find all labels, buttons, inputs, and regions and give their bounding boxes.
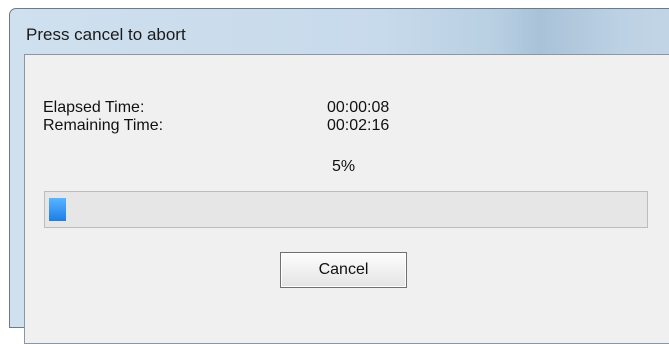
elapsed-time-label: Elapsed Time: — [43, 99, 145, 116]
remaining-time-value: 00:02:16 — [327, 117, 390, 134]
progress-percent-text: 5% — [332, 158, 356, 175]
progress-chunk — [49, 198, 66, 221]
progress-bar-track — [49, 198, 643, 221]
progress-dialog-window: Press cancel to abort Elapsed Time: 00:0… — [9, 8, 669, 344]
dialog-client-area: Elapsed Time: 00:00:08 Remaining Time: 0… — [24, 54, 669, 344]
cancel-button[interactable]: Cancel — [280, 252, 407, 288]
window-title: Press cancel to abort — [26, 25, 186, 44]
elapsed-time-value: 00:00:08 — [327, 99, 390, 116]
remaining-time-label: Remaining Time: — [43, 117, 164, 134]
progress-bar — [44, 191, 648, 228]
